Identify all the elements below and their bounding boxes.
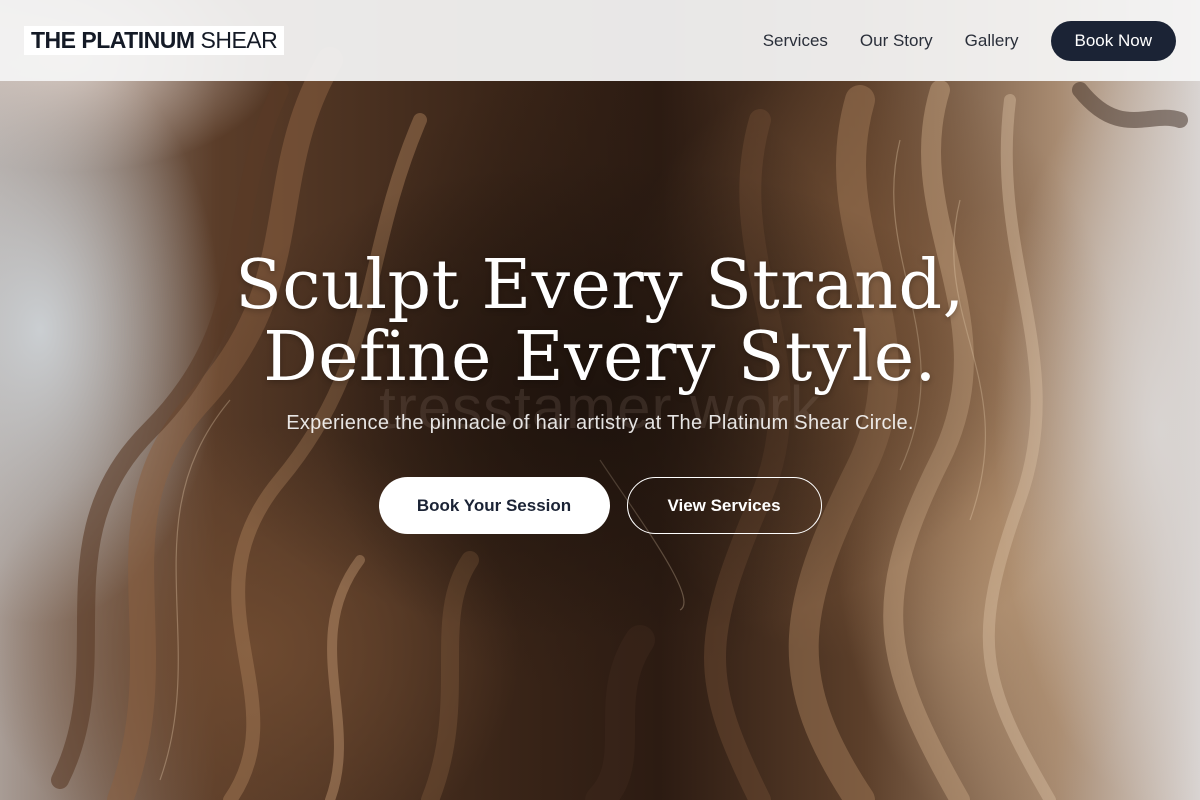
hero-content: tresstamer work Sculpt Every Strand, Def… (0, 250, 1200, 534)
view-services-button[interactable]: View Services (626, 477, 822, 534)
book-session-button[interactable]: Book Your Session (378, 477, 610, 534)
logo-text-strong: THE PLATINUM (31, 27, 195, 53)
hero-title-line-1: Sculpt Every Strand, (235, 246, 965, 325)
hero-actions: Book Your Session View Services (0, 477, 1200, 534)
brand-logo[interactable]: THE PLATINUM SHEAR (24, 26, 285, 55)
main-nav: Services Our Story Gallery Book Now (731, 20, 1176, 61)
site-header: THE PLATINUM SHEAR Services Our Story Ga… (0, 0, 1200, 81)
hero-title: Sculpt Every Strand, Define Every Style. (0, 250, 1200, 394)
nav-link-gallery[interactable]: Gallery (965, 31, 1019, 51)
nav-link-our-story[interactable]: Our Story (860, 31, 933, 51)
hero-title-line-2: Define Every Style. (263, 318, 937, 397)
logo-text-light: SHEAR (200, 27, 278, 53)
hero-subtitle: Experience the pinnacle of hair artistry… (286, 412, 914, 434)
nav-link-services[interactable]: Services (763, 31, 828, 51)
book-now-button[interactable]: Book Now (1050, 20, 1176, 61)
